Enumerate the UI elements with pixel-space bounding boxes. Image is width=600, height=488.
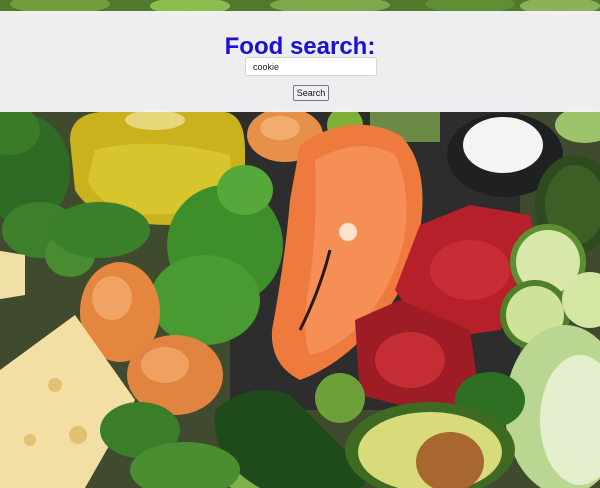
search-button[interactable]: Search [293,85,329,101]
search-input[interactable] [245,57,377,76]
search-panel: Food search: Search [0,11,600,112]
